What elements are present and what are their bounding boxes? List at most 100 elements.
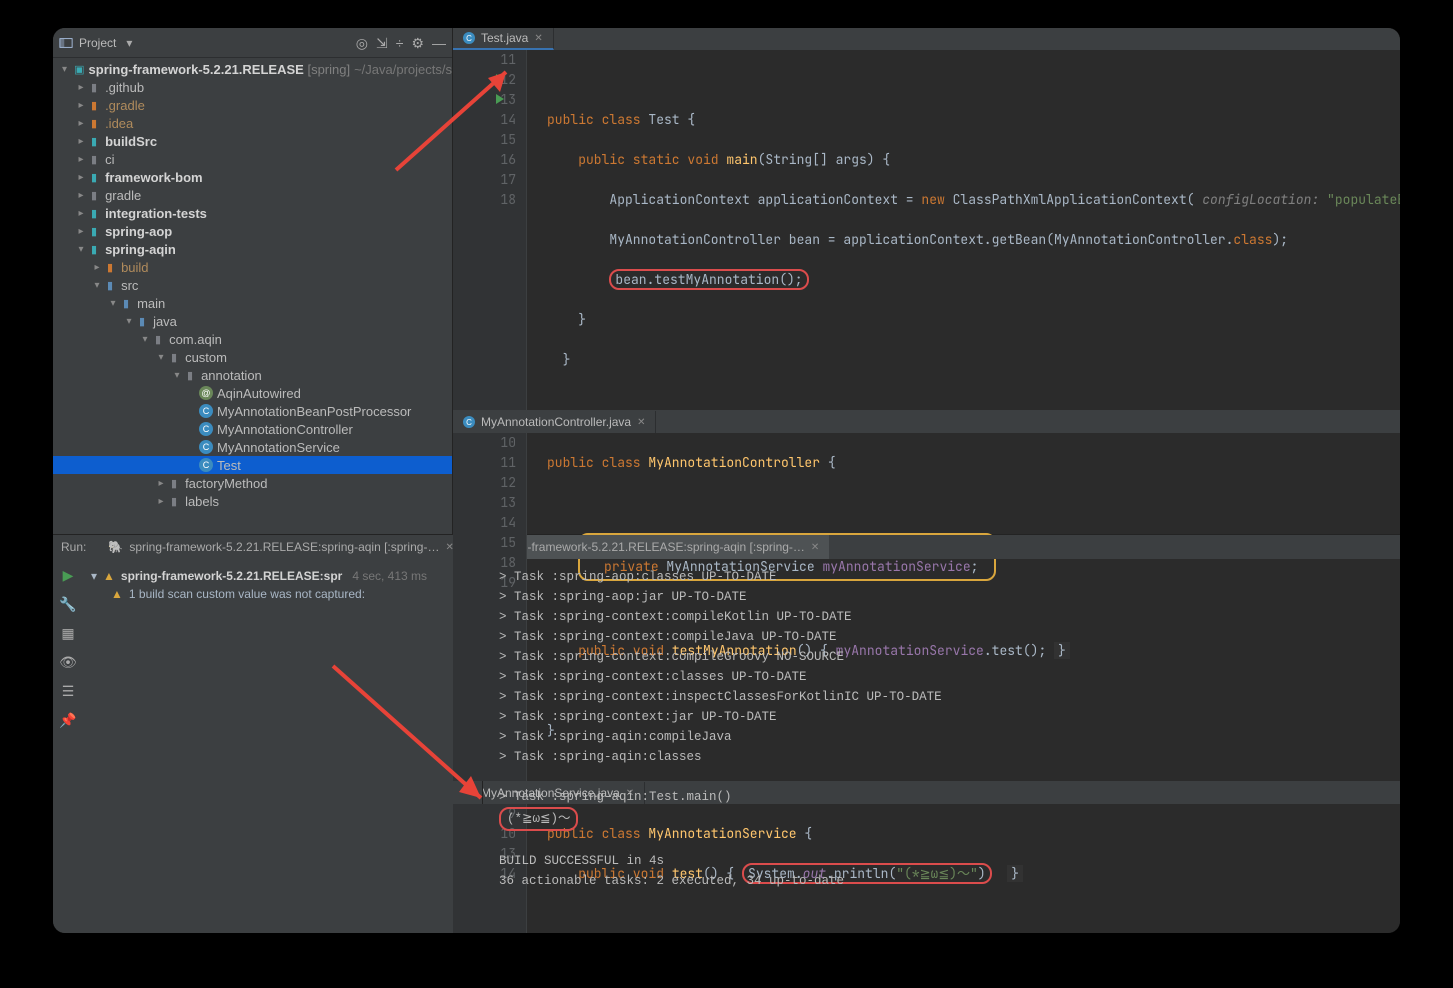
tree-item[interactable]: ▾▮com.aqin (53, 330, 452, 348)
run-side-toolbar: ▶ 🔧 ▦ 👁 ☰ 📌 (53, 559, 83, 933)
layout-icon[interactable]: ▦ (61, 625, 74, 642)
run-output[interactable]: > Task :spring-aop:classes UP-TO-DATE> T… (483, 559, 1400, 933)
folder-icon: ▮ (155, 333, 161, 346)
class-icon: C (199, 422, 213, 436)
tree-item-label: buildSrc (105, 134, 157, 149)
close-icon[interactable]: ✕ (534, 33, 542, 44)
tree-item-label: MyAnnotationController (217, 422, 353, 437)
class-icon: C (199, 458, 213, 472)
run-header: Run: 🐘 spring-framework-5.2.21.RELEASE:s… (53, 535, 1400, 559)
folder-icon: ▮ (171, 495, 177, 508)
gear-icon[interactable]: ⚙ (411, 36, 424, 50)
folder-icon: ▮ (91, 225, 97, 238)
select-opened-file-icon[interactable]: ◎ (356, 36, 368, 50)
hide-icon[interactable]: — (432, 36, 446, 50)
tree-item-label: ci (105, 152, 114, 167)
folder-icon: ▮ (139, 315, 145, 328)
tree-item[interactable]: C Test (53, 456, 452, 474)
tree-item-label: MyAnnotationBeanPostProcessor (217, 404, 411, 419)
warning-icon: ▲ (103, 569, 115, 583)
class-icon: @ (199, 386, 213, 400)
tree-item-label: AqinAutowired (217, 386, 301, 401)
tree-item[interactable]: ▾▮custom (53, 348, 452, 366)
annotation-highlight: bean.testMyAnnotation(); (609, 269, 808, 290)
tree-item[interactable]: C MyAnnotationBeanPostProcessor (53, 402, 452, 420)
folder-icon: ▮ (91, 153, 97, 166)
tree-item-label: annotation (201, 368, 262, 383)
expand-all-icon[interactable]: ⇲ (376, 36, 388, 50)
tree-item[interactable]: ▸▮.github (53, 78, 452, 96)
project-panel-header: Project ▾ ◎ ⇲ ÷ ⚙ — (53, 28, 452, 58)
tree-item-label: main (137, 296, 165, 311)
run-gutter-icon[interactable] (496, 74, 504, 84)
folder-icon: ▮ (171, 351, 177, 364)
divide-icon[interactable]: ÷ (396, 36, 404, 50)
tree-item[interactable]: ▾▮spring-aqin (53, 240, 452, 258)
folder-icon: ▮ (91, 117, 97, 130)
tree-item[interactable]: ▸▮ci (53, 150, 452, 168)
tree-item[interactable]: CMyAnnotationService (53, 438, 452, 456)
annotation-highlight: (*≧ω≦)～ (499, 807, 578, 831)
tree-item[interactable]: C MyAnnotationController (53, 420, 452, 438)
tree-item[interactable]: ▸▮gradle (53, 186, 452, 204)
run-config-tab[interactable]: 🐘 spring-framework-5.2.21.RELEASE:spring… (98, 535, 463, 559)
tree-item-label: src (121, 278, 138, 293)
warning-icon: ▲ (111, 587, 123, 601)
gradle-icon: 🐘 (108, 540, 123, 554)
tree-item[interactable]: ▸▮.idea (53, 114, 452, 132)
editor-test: C Test.java ✕ 11 12 13 14 15 16 17 18 (453, 28, 1400, 411)
tab-test-java[interactable]: C Test.java ✕ (453, 28, 554, 50)
editor-area: C Test.java ✕ 11 12 13 14 15 16 17 18 (453, 28, 1400, 534)
tab-controller[interactable]: C MyAnnotationController.java ✕ (453, 411, 656, 433)
tree-item-label: java (153, 314, 177, 329)
tree-item-label: integration-tests (105, 206, 207, 221)
folder-icon: ▮ (107, 279, 113, 292)
tree-item-label: Test (217, 458, 241, 473)
folder-icon: ▮ (91, 135, 97, 148)
tree-item-label: com.aqin (169, 332, 222, 347)
tree-item[interactable]: @ AqinAutowired (53, 384, 452, 402)
tree-item[interactable]: ▸▮labels (53, 492, 452, 510)
class-icon: C (199, 404, 213, 418)
folder-icon: ▮ (123, 297, 129, 310)
tree-item-label: gradle (105, 188, 141, 203)
tree-item[interactable]: ▸▮buildSrc (53, 132, 452, 150)
wrench-icon[interactable]: 🔧 (59, 596, 76, 613)
todo-icon[interactable]: ☰ (62, 683, 75, 700)
tree-item-label: build (121, 260, 148, 275)
tree-item[interactable]: ▸▮integration-tests (53, 204, 452, 222)
folder-icon: ▮ (187, 369, 193, 382)
tree-root[interactable]: ▾ ▣ spring-framework-5.2.21.RELEASE [spr… (53, 60, 452, 78)
run-tasks-tree[interactable]: ▾ ▲ spring-framework-5.2.21.RELEASE:spr … (83, 559, 483, 933)
class-icon: C (463, 32, 475, 44)
tree-item[interactable]: ▾▮java (53, 312, 452, 330)
class-icon: C (199, 440, 213, 454)
run-gutter-icon[interactable] (496, 94, 504, 104)
folder-icon: ▮ (171, 477, 177, 490)
pin-icon[interactable]: 📌 (59, 712, 76, 729)
run-icon[interactable]: ▶ (63, 567, 74, 584)
close-icon[interactable]: ✕ (637, 417, 645, 428)
tree-item[interactable]: ▾▮annotation (53, 366, 452, 384)
tree-item-label: framework-bom (105, 170, 203, 185)
tree-item[interactable]: ▸▮framework-bom (53, 168, 452, 186)
close-icon[interactable]: ✕ (811, 542, 819, 553)
tree-item-label: factoryMethod (185, 476, 267, 491)
tree-item[interactable]: ▸▮.gradle (53, 96, 452, 114)
tree-item-label: .idea (105, 116, 133, 131)
project-view-icon (59, 36, 73, 50)
tree-item[interactable]: ▾▮main (53, 294, 452, 312)
folder-icon: ▮ (91, 99, 97, 112)
tree-item-label: labels (185, 494, 219, 509)
tree-item[interactable]: ▸▮build (53, 258, 452, 276)
folder-icon: ▮ (91, 207, 97, 220)
tree-item[interactable]: ▾▮src (53, 276, 452, 294)
chevron-down-icon[interactable]: ▾ (126, 36, 132, 50)
project-panel: Project ▾ ◎ ⇲ ÷ ⚙ — ▾ ▣ spring-framework… (53, 28, 453, 534)
code-text[interactable]: public class Test { public static void m… (527, 50, 1400, 410)
folder-icon: ▮ (91, 171, 97, 184)
project-tree[interactable]: ▾ ▣ spring-framework-5.2.21.RELEASE [spr… (53, 58, 452, 534)
eye-icon[interactable]: 👁 (59, 654, 77, 671)
tree-item[interactable]: ▸▮spring-aop (53, 222, 452, 240)
tree-item[interactable]: ▸▮factoryMethod (53, 474, 452, 492)
